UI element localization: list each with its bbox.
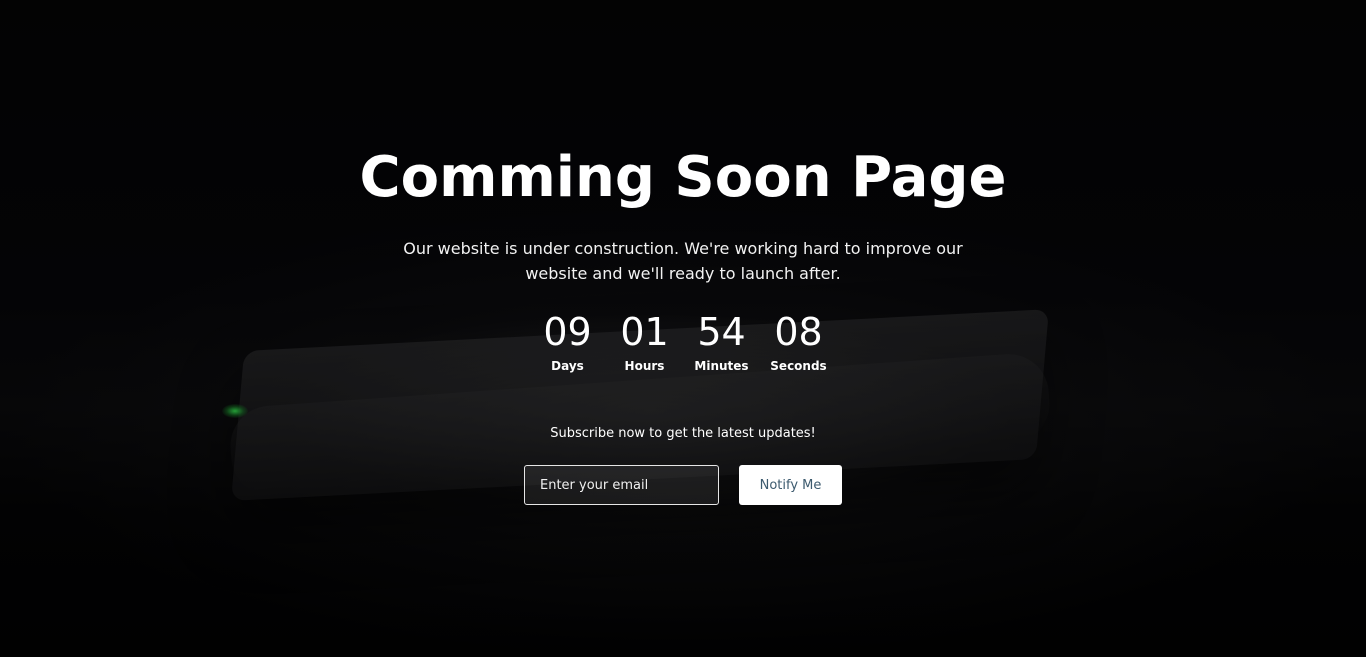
countdown-minutes-value: 54: [697, 310, 746, 354]
email-input[interactable]: [524, 465, 719, 505]
page-description: Our website is under construction. We're…: [403, 239, 963, 283]
countdown-hours-value: 01: [620, 310, 669, 354]
countdown-minutes-label: Minutes: [694, 359, 749, 373]
countdown-seconds-label: Seconds: [770, 359, 827, 373]
countdown-seconds: 08 Seconds: [764, 308, 833, 383]
page-title: Comming Soon Page: [359, 145, 1007, 210]
subscribe-text: Subscribe now to get the latest updates!: [550, 426, 816, 441]
coming-soon-page: Comming Soon Page Our website is under c…: [0, 0, 1366, 657]
hero-content: Comming Soon Page Our website is under c…: [0, 0, 1366, 657]
subscribe-form: Notify Me: [524, 465, 844, 505]
countdown-days: 09 Days: [533, 308, 602, 383]
countdown-seconds-value: 08: [774, 310, 823, 354]
countdown-hours: 01 Hours: [610, 308, 679, 383]
countdown-days-value: 09: [543, 310, 592, 354]
countdown-timer: 09 Days 01 Hours 54 Minutes 08 Seconds: [533, 308, 833, 383]
notify-me-button[interactable]: Notify Me: [739, 465, 842, 505]
countdown-minutes: 54 Minutes: [687, 308, 756, 383]
countdown-hours-label: Hours: [624, 359, 665, 373]
countdown-days-label: Days: [551, 359, 584, 373]
